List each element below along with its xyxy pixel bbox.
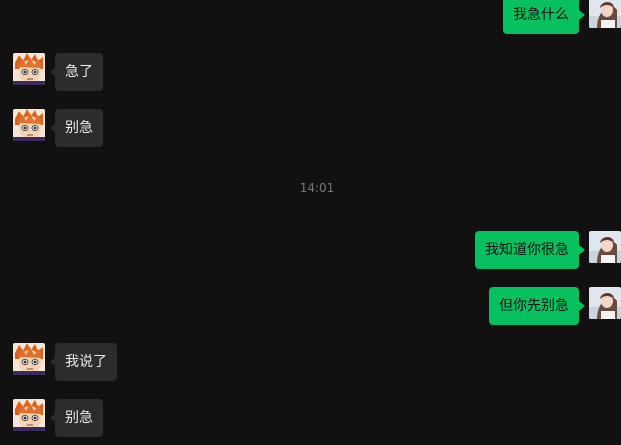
user-avatar[interactable] xyxy=(589,231,621,263)
contact-avatar[interactable] xyxy=(13,53,45,85)
message-incoming: 别急 xyxy=(13,109,413,147)
anime-boy-avatar-icon xyxy=(13,343,45,375)
anime-boy-avatar-icon xyxy=(13,399,45,431)
message-bubble[interactable]: 我知道你很急 xyxy=(475,231,579,269)
anime-boy-avatar-icon xyxy=(13,109,45,141)
message-incoming: 我说了 xyxy=(13,343,413,381)
message-bubble[interactable]: 我急什么 xyxy=(503,0,579,34)
chat-window: 我急什么 急了 别急 14:01 我知道你很急 但你先别急 我说了 别急 xyxy=(0,0,621,445)
contact-avatar[interactable] xyxy=(13,109,45,141)
user-avatar[interactable] xyxy=(589,0,621,28)
message-bubble[interactable]: 但你先别急 xyxy=(489,287,579,325)
message-incoming: 急了 xyxy=(13,53,413,91)
message-bubble[interactable]: 急了 xyxy=(55,53,103,91)
girl-avatar-icon xyxy=(589,287,621,319)
message-outgoing: 我急什么 xyxy=(0,0,621,34)
anime-boy-avatar-icon xyxy=(13,53,45,85)
message-timestamp: 14:01 xyxy=(299,181,335,195)
girl-avatar-icon xyxy=(589,0,621,28)
contact-avatar[interactable] xyxy=(13,343,45,375)
message-bubble[interactable]: 我说了 xyxy=(55,343,117,381)
message-bubble[interactable]: 别急 xyxy=(55,399,103,437)
user-avatar[interactable] xyxy=(589,287,621,319)
message-incoming: 别急 xyxy=(13,399,413,437)
message-outgoing: 但你先别急 xyxy=(0,287,621,325)
girl-avatar-icon xyxy=(589,231,621,263)
message-bubble[interactable]: 别急 xyxy=(55,109,103,147)
message-outgoing: 我知道你很急 xyxy=(0,231,621,269)
contact-avatar[interactable] xyxy=(13,399,45,431)
